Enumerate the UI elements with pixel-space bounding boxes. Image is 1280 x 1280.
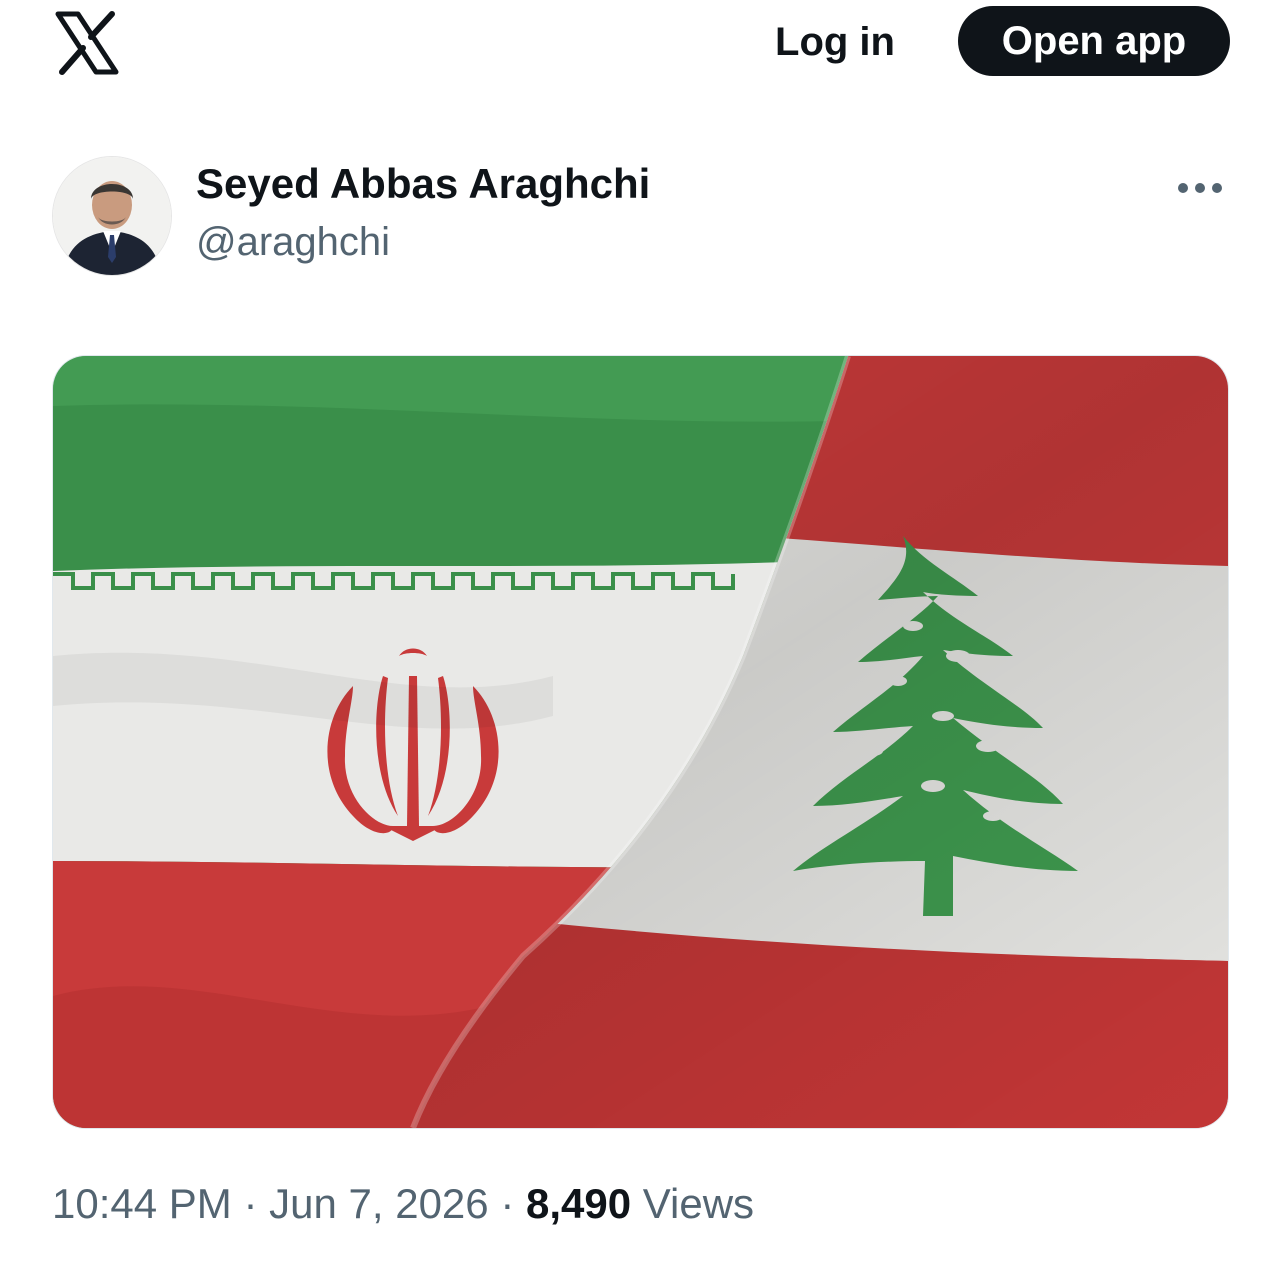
tweet-page: Log in Open app Seyed Abbas Araghchi @ar… (0, 0, 1280, 1280)
views-label: Views (642, 1180, 755, 1227)
tweet-meta: 10:44 PM · Jun 7, 2026 · 8,490 Views (52, 1180, 754, 1228)
author-name[interactable]: Seyed Abbas Araghchi (196, 160, 650, 208)
meta-separator: · (500, 1180, 515, 1227)
open-app-button[interactable]: Open app (958, 6, 1230, 76)
meta-separator: · (243, 1180, 258, 1227)
views-count: 8,490 (525, 1180, 632, 1227)
x-logo-icon[interactable] (52, 8, 122, 78)
more-horizontal-icon[interactable] (1172, 168, 1228, 208)
author-handle[interactable]: @araghchi (196, 220, 390, 265)
tweet-time[interactable]: 10:44 PM (52, 1180, 232, 1227)
login-button[interactable]: Log in (760, 14, 910, 70)
flags-image[interactable] (52, 355, 1229, 1129)
avatar[interactable] (52, 156, 172, 276)
tweet-date[interactable]: Jun 7, 2026 (269, 1180, 489, 1227)
